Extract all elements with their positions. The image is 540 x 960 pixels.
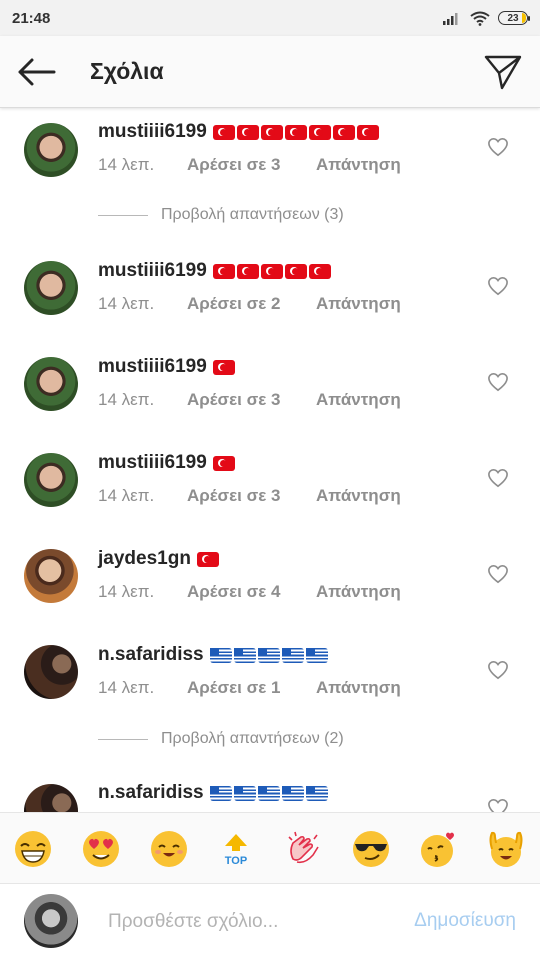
comment-username[interactable]: mustiiii6199 <box>98 356 207 378</box>
top-label: TOP <box>225 855 247 867</box>
post-button[interactable]: Δημοσίευση <box>414 910 516 932</box>
status-bar: 21:48 23 <box>0 0 540 36</box>
avatar[interactable] <box>24 453 78 507</box>
greece-flag-emojis <box>209 647 328 663</box>
comment-username[interactable]: jaydes1gn <box>98 548 191 570</box>
comment-item: mustiiii6199 14 λεπ. Αρέσει σε 3 Απάντησ… <box>0 452 540 542</box>
signal-icon <box>443 13 458 25</box>
avatar[interactable] <box>24 123 78 177</box>
smiling-face-icon[interactable] <box>149 829 189 869</box>
comment-composer: Δημοσίευση <box>0 884 540 960</box>
avatar[interactable] <box>24 261 78 315</box>
reply-button[interactable]: Απάντηση <box>316 155 401 175</box>
sunglasses-face-icon[interactable] <box>351 829 391 869</box>
comment-item: mustiiii6199 14 λεπ. Αρέσει σε 2 Απάντησ… <box>0 260 540 350</box>
reply-button[interactable]: Απάντηση <box>316 294 401 314</box>
view-replies-button[interactable]: Προβολή απαντήσεων (2) <box>98 730 344 748</box>
top-arrow-icon[interactable]: TOP <box>216 829 256 869</box>
avatar[interactable] <box>24 784 78 812</box>
comment-item: jaydes1gn 14 λεπ. Αρέσει σε 4 Απάντηση <box>0 548 540 638</box>
comment-likes[interactable]: Αρέσει σε 4 <box>187 582 316 602</box>
heart-icon[interactable] <box>487 372 509 392</box>
battery-level: 23 <box>507 12 519 24</box>
battery-icon: 23 <box>498 11 530 25</box>
kissing-face-icon[interactable] <box>418 829 458 869</box>
comment-username[interactable]: n.safaridiss <box>98 644 204 666</box>
turkey-flag-emoji <box>196 551 219 567</box>
grinning-face-icon[interactable] <box>13 829 53 869</box>
avatar[interactable] <box>24 357 78 411</box>
comment-likes[interactable]: Αρέσει σε 1 <box>187 678 316 698</box>
comment-username[interactable]: mustiiii6199 <box>98 121 207 143</box>
comment-time: 14 λεπ. <box>98 486 155 505</box>
turkey-flag-emojis <box>212 263 331 279</box>
comment-item: n.safaridiss 14 λεπ. Αρέσει σε 1 Απάντησ… <box>0 644 540 734</box>
avatar[interactable] <box>24 549 78 603</box>
divider-line <box>98 214 148 216</box>
view-replies-label: Προβολή απαντήσεων (2) <box>161 730 344 747</box>
status-time: 21:48 <box>12 9 51 27</box>
page-title: Σχόλια <box>90 58 164 84</box>
view-replies-label: Προβολή απαντήσεων (3) <box>161 206 344 223</box>
comment-time: 14 λεπ. <box>98 294 155 313</box>
comment-input[interactable] <box>108 908 378 936</box>
heart-icon[interactable] <box>487 798 509 812</box>
comment-time: 14 λεπ. <box>98 678 155 697</box>
divider-line <box>98 738 148 740</box>
view-replies-button[interactable]: Προβολή απαντήσεων (3) <box>98 206 344 224</box>
header: Σχόλια <box>0 36 540 108</box>
comment-likes[interactable]: Αρέσει σε 3 <box>187 155 316 175</box>
comment-time: 14 λεπ. <box>98 582 155 601</box>
comment-item: n.safaridiss <box>0 782 540 812</box>
greece-flag-emojis <box>209 785 328 801</box>
comment-time: 14 λεπ. <box>98 155 155 174</box>
heart-icon[interactable] <box>487 660 509 680</box>
direct-message-icon[interactable] <box>484 54 522 90</box>
comment-likes[interactable]: Αρέσει σε 3 <box>187 486 316 506</box>
reply-button[interactable]: Απάντηση <box>316 678 401 698</box>
turkey-flag-emoji <box>212 455 235 471</box>
heart-icon[interactable] <box>487 468 509 488</box>
comment-likes[interactable]: Αρέσει σε 2 <box>187 294 316 314</box>
emoji-quick-bar: TOP <box>0 812 540 884</box>
turkey-flag-emojis <box>212 124 379 140</box>
heart-icon[interactable] <box>487 137 509 157</box>
comment-likes[interactable]: Αρέσει σε 3 <box>187 390 316 410</box>
raised-hands-face-icon[interactable] <box>486 829 526 869</box>
turkey-flag-emoji <box>212 359 235 375</box>
heart-icon[interactable] <box>487 564 509 584</box>
comment-username[interactable]: mustiiii6199 <box>98 260 207 282</box>
heart-eyes-face-icon[interactable] <box>81 829 121 869</box>
comment-username[interactable]: mustiiii6199 <box>98 452 207 474</box>
current-user-avatar <box>24 894 78 948</box>
clapping-hands-icon[interactable] <box>283 829 323 869</box>
comment-username[interactable]: n.safaridiss <box>98 782 204 804</box>
reply-button[interactable]: Απάντηση <box>316 390 401 410</box>
avatar[interactable] <box>24 645 78 699</box>
back-arrow-icon[interactable] <box>16 56 56 88</box>
heart-icon[interactable] <box>487 276 509 296</box>
comment-item: mustiiii6199 14 λεπ. Αρέσει σε 3 Απάντησ… <box>0 356 540 446</box>
reply-button[interactable]: Απάντηση <box>316 582 401 602</box>
reply-button[interactable]: Απάντηση <box>316 486 401 506</box>
comment-time: 14 λεπ. <box>98 390 155 409</box>
wifi-icon <box>470 11 490 26</box>
comments-list[interactable]: mustiiii6199 14 λεπ. Αρέσει σε 3 Απάντησ… <box>0 108 540 812</box>
comment-item: mustiiii6199 14 λεπ. Αρέσει σε 3 Απάντησ… <box>0 121 540 211</box>
status-icons: 23 <box>442 11 530 26</box>
